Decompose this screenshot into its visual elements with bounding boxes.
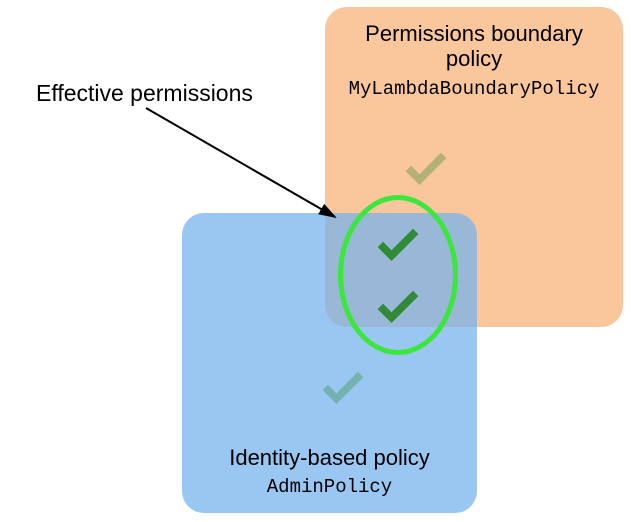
checkmark-faded-top-icon — [400, 143, 452, 195]
checkmark-solid-2-icon — [372, 281, 424, 333]
permissions-boundary-title-line1: Permissions boundary — [365, 21, 583, 46]
checkmark-solid-1-icon — [372, 219, 424, 271]
permissions-boundary-title-line2: policy — [446, 46, 502, 71]
effective-permissions-label: Effective permissions — [36, 80, 253, 107]
identity-based-title: Identity-based policy — [182, 445, 477, 470]
permissions-boundary-code: MyLambdaBoundaryPolicy — [325, 78, 623, 100]
permissions-boundary-title: Permissions boundary policy — [325, 21, 623, 72]
checkmark-faded-bottom-icon — [317, 362, 369, 414]
identity-based-code: AdminPolicy — [182, 476, 477, 498]
